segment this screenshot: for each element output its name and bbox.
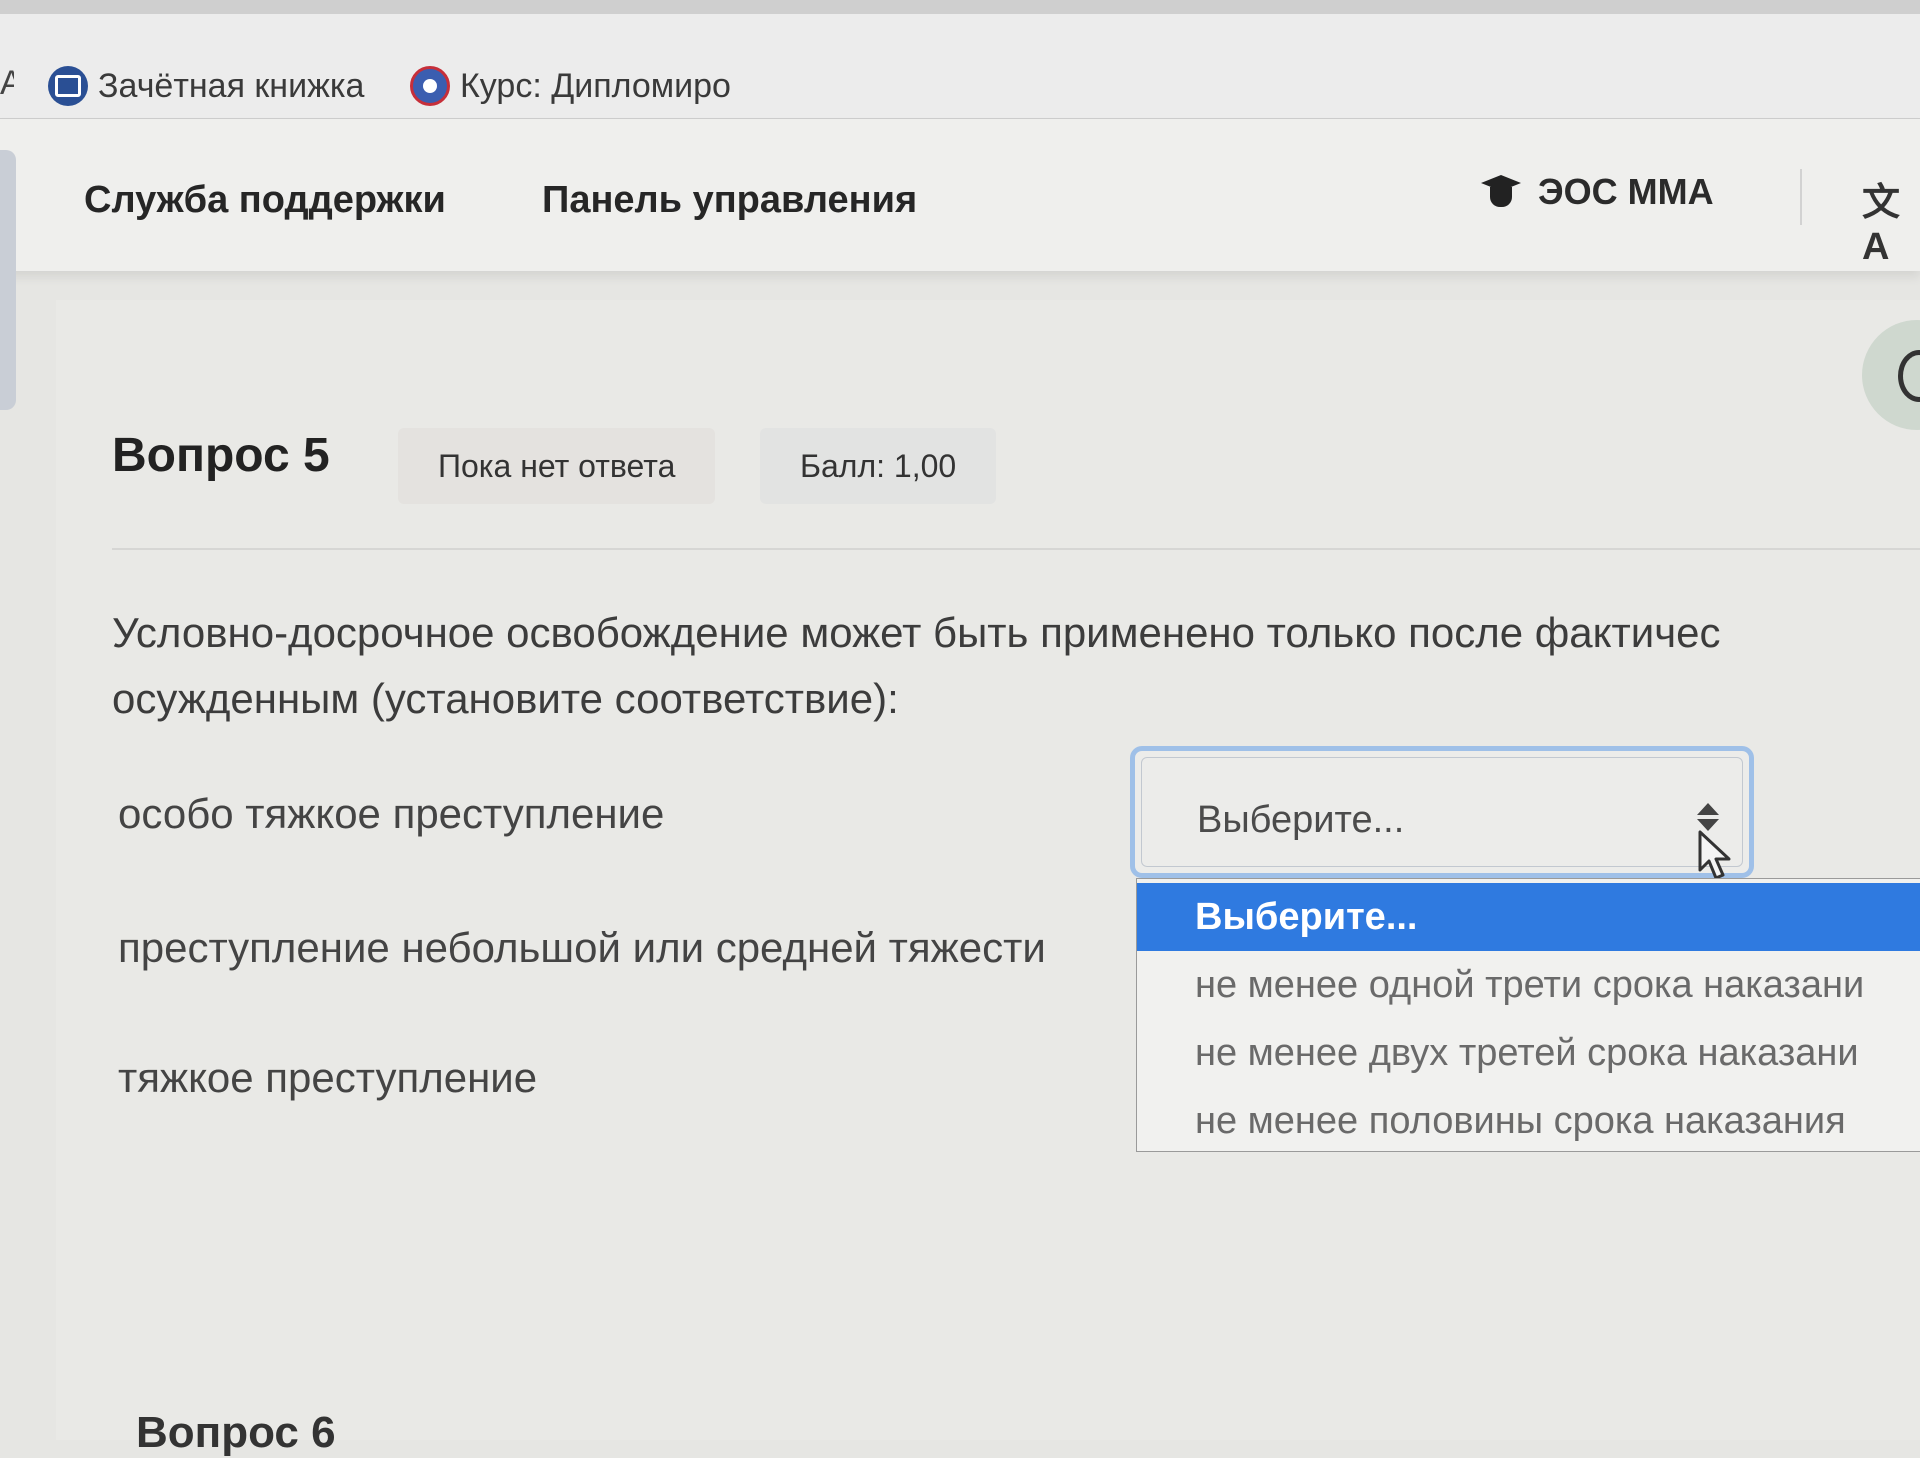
- graduation-cap-icon: [1480, 175, 1522, 209]
- match-row-label: преступление небольшой или средней тяжес…: [118, 924, 1046, 971]
- question-title: Вопрос 5: [112, 429, 330, 482]
- nav-site-link[interactable]: ЭОС ММА: [1480, 171, 1714, 213]
- bookmark-label: Курс: Дипломиро: [460, 66, 731, 105]
- bookmark-course[interactable]: Курс: Дипломиро: [410, 64, 731, 108]
- translate-icon[interactable]: 文A: [1862, 171, 1920, 269]
- next-question-title: Вопрос 6: [136, 1408, 336, 1457]
- match-row-label: особо тяжкое преступление: [118, 790, 665, 837]
- bookmark-record-book[interactable]: Зачётная книжка: [48, 64, 364, 108]
- nav-dashboard-link[interactable]: Панель управления: [542, 179, 917, 222]
- updown-arrows-icon: [1697, 803, 1719, 833]
- question-score-badge: Балл: 1,00: [760, 428, 997, 504]
- record-book-icon: [48, 66, 88, 106]
- question-header: Вопрос 5: [112, 428, 330, 483]
- top-navbar: Служба поддержки Панель управления ЭОС М…: [0, 119, 1920, 271]
- bookmark-edge-fragment[interactable]: A: [0, 64, 14, 104]
- question-divider: [112, 548, 1920, 550]
- dropdown-option[interactable]: не менее одной трети срока наказани: [1137, 951, 1920, 1019]
- answer-select[interactable]: Выберите...: [1130, 746, 1754, 878]
- select-value: Выберите...: [1197, 799, 1405, 841]
- sidebar-toggle[interactable]: [0, 150, 16, 410]
- bookmarks-bar: A Зачётная книжка Курс: Дипломиро: [0, 14, 1920, 119]
- dropdown-option[interactable]: не менее двух третей срока наказани: [1137, 1019, 1920, 1087]
- question-text-line: Условно-досрочное освобождение может быт…: [112, 609, 1721, 656]
- dropdown-option[interactable]: Выберите...: [1137, 883, 1920, 951]
- select-dropdown-list: Выберите... не менее одной трети срока н…: [1136, 878, 1920, 1152]
- browser-tab-strip: [0, 0, 1920, 14]
- mouse-cursor-icon: [1698, 830, 1731, 880]
- nav-divider: [1800, 169, 1802, 225]
- question-text: Условно-досрочное освобождение может быт…: [112, 600, 1920, 732]
- question-text-line: осужденным (установите соответствие):: [112, 675, 899, 722]
- bookmark-label: Зачётная книжка: [98, 66, 365, 105]
- course-icon: [410, 66, 450, 106]
- question-status-badge: Пока нет ответа: [398, 428, 716, 504]
- match-row-label: тяжкое преступление: [118, 1054, 538, 1101]
- dropdown-option[interactable]: не менее половины срока наказания: [1137, 1087, 1920, 1155]
- nav-support-link[interactable]: Служба поддержки: [84, 179, 446, 222]
- nav-site-label: ЭОС ММА: [1538, 171, 1714, 212]
